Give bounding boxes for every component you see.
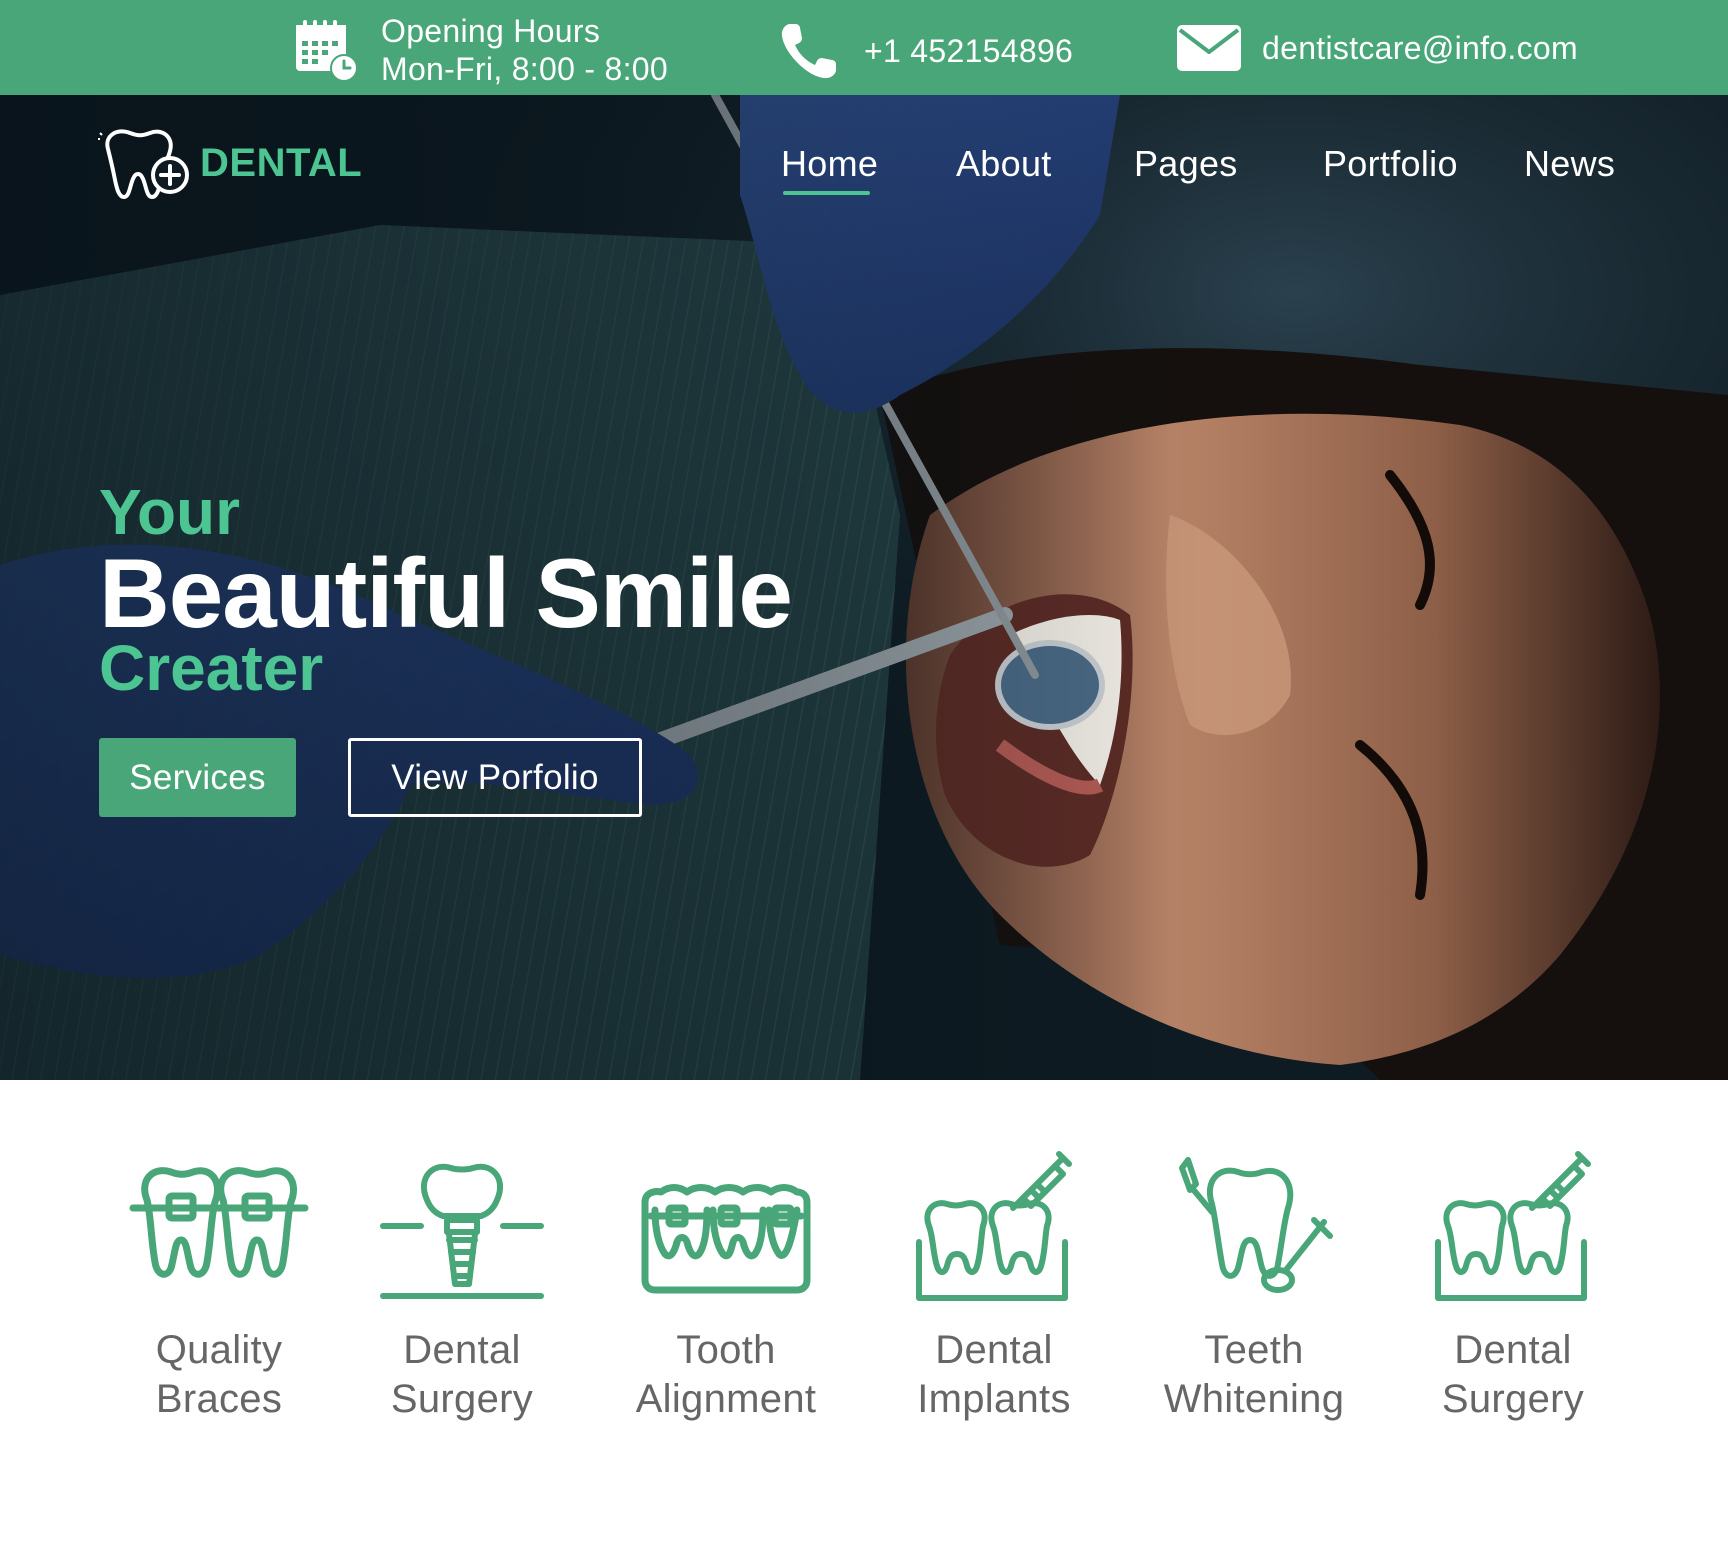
phone-icon xyxy=(781,24,836,79)
nav-news[interactable]: News xyxy=(1524,143,1615,185)
mail-icon xyxy=(1177,25,1241,71)
service-dental-surgery-2[interactable]: Dental Surgery xyxy=(1393,1150,1633,1424)
email-contact[interactable]: dentistcare@info.com xyxy=(1176,24,1578,72)
email-address[interactable]: dentistcare@info.com xyxy=(1262,29,1578,67)
service-label-line-2: Surgery xyxy=(1441,1377,1585,1421)
service-dental-implants[interactable]: Dental Implants xyxy=(874,1150,1114,1424)
top-info-bar: Opening Hours Mon-Fri, 8:00 - 8:00 +1 45… xyxy=(0,0,1728,95)
phone-contact[interactable]: +1 452154896 xyxy=(778,20,1073,82)
service-label-line-2: Implants xyxy=(917,1377,1071,1421)
service-teeth-whitening[interactable]: Teeth Whitening xyxy=(1134,1150,1374,1424)
hero-section: DENTAL Home About Pages Portfolio News Y… xyxy=(0,95,1728,1080)
service-dental-surgery[interactable]: Dental Surgery xyxy=(342,1150,582,1424)
hours-title: Opening Hours xyxy=(381,13,601,49)
nav-home[interactable]: Home xyxy=(781,143,878,195)
service-tooth-alignment[interactable]: Tooth Alignment xyxy=(606,1150,846,1424)
teeth-syringe-icon xyxy=(916,1151,1072,1301)
headline-line-1: Your xyxy=(99,476,241,548)
teeth-syringe-icon xyxy=(1435,1151,1591,1301)
nav-about[interactable]: About xyxy=(956,143,1052,185)
aligner-icon xyxy=(641,1184,811,1294)
service-quality-braces[interactable]: Quality Braces xyxy=(99,1150,339,1424)
calendar-clock-icon xyxy=(296,20,358,82)
service-label-line-1: Teeth xyxy=(1204,1328,1304,1372)
service-label-line-1: Quality xyxy=(155,1328,283,1372)
service-label-line-2: Braces xyxy=(155,1377,283,1421)
service-label-line-2: Whitening xyxy=(1163,1377,1345,1421)
service-label-line-1: Dental xyxy=(935,1328,1053,1372)
service-label-line-2: Surgery xyxy=(390,1377,534,1421)
service-label-line-1: Tooth xyxy=(676,1328,776,1372)
tooth-tools-icon xyxy=(1179,1157,1333,1293)
hero-headline: Your Beautiful Smile Creater xyxy=(99,476,793,703)
hours-value: Mon-Fri, 8:00 - 8:00 xyxy=(381,51,668,87)
braces-icon xyxy=(129,1167,309,1278)
opening-hours: Opening Hours Mon-Fri, 8:00 - 8:00 xyxy=(293,12,668,88)
view-portfolio-button[interactable]: View Porfolio xyxy=(348,738,642,817)
service-label-line-1: Dental xyxy=(1454,1328,1572,1372)
main-nav: Home About Pages Portfolio News xyxy=(0,143,1728,195)
services-section: Quality Braces Dental Surgery Tooth Alig… xyxy=(0,1080,1728,1549)
services-button[interactable]: Services xyxy=(99,738,296,817)
nav-pages[interactable]: Pages xyxy=(1134,143,1238,185)
implant-icon xyxy=(380,1163,544,1299)
phone-number[interactable]: +1 452154896 xyxy=(864,32,1073,70)
headline-line-2: Beautiful Smile xyxy=(99,538,793,648)
nav-portfolio[interactable]: Portfolio xyxy=(1323,143,1458,185)
service-label-line-1: Dental xyxy=(403,1328,521,1372)
service-label-line-2: Alignment xyxy=(635,1377,817,1421)
